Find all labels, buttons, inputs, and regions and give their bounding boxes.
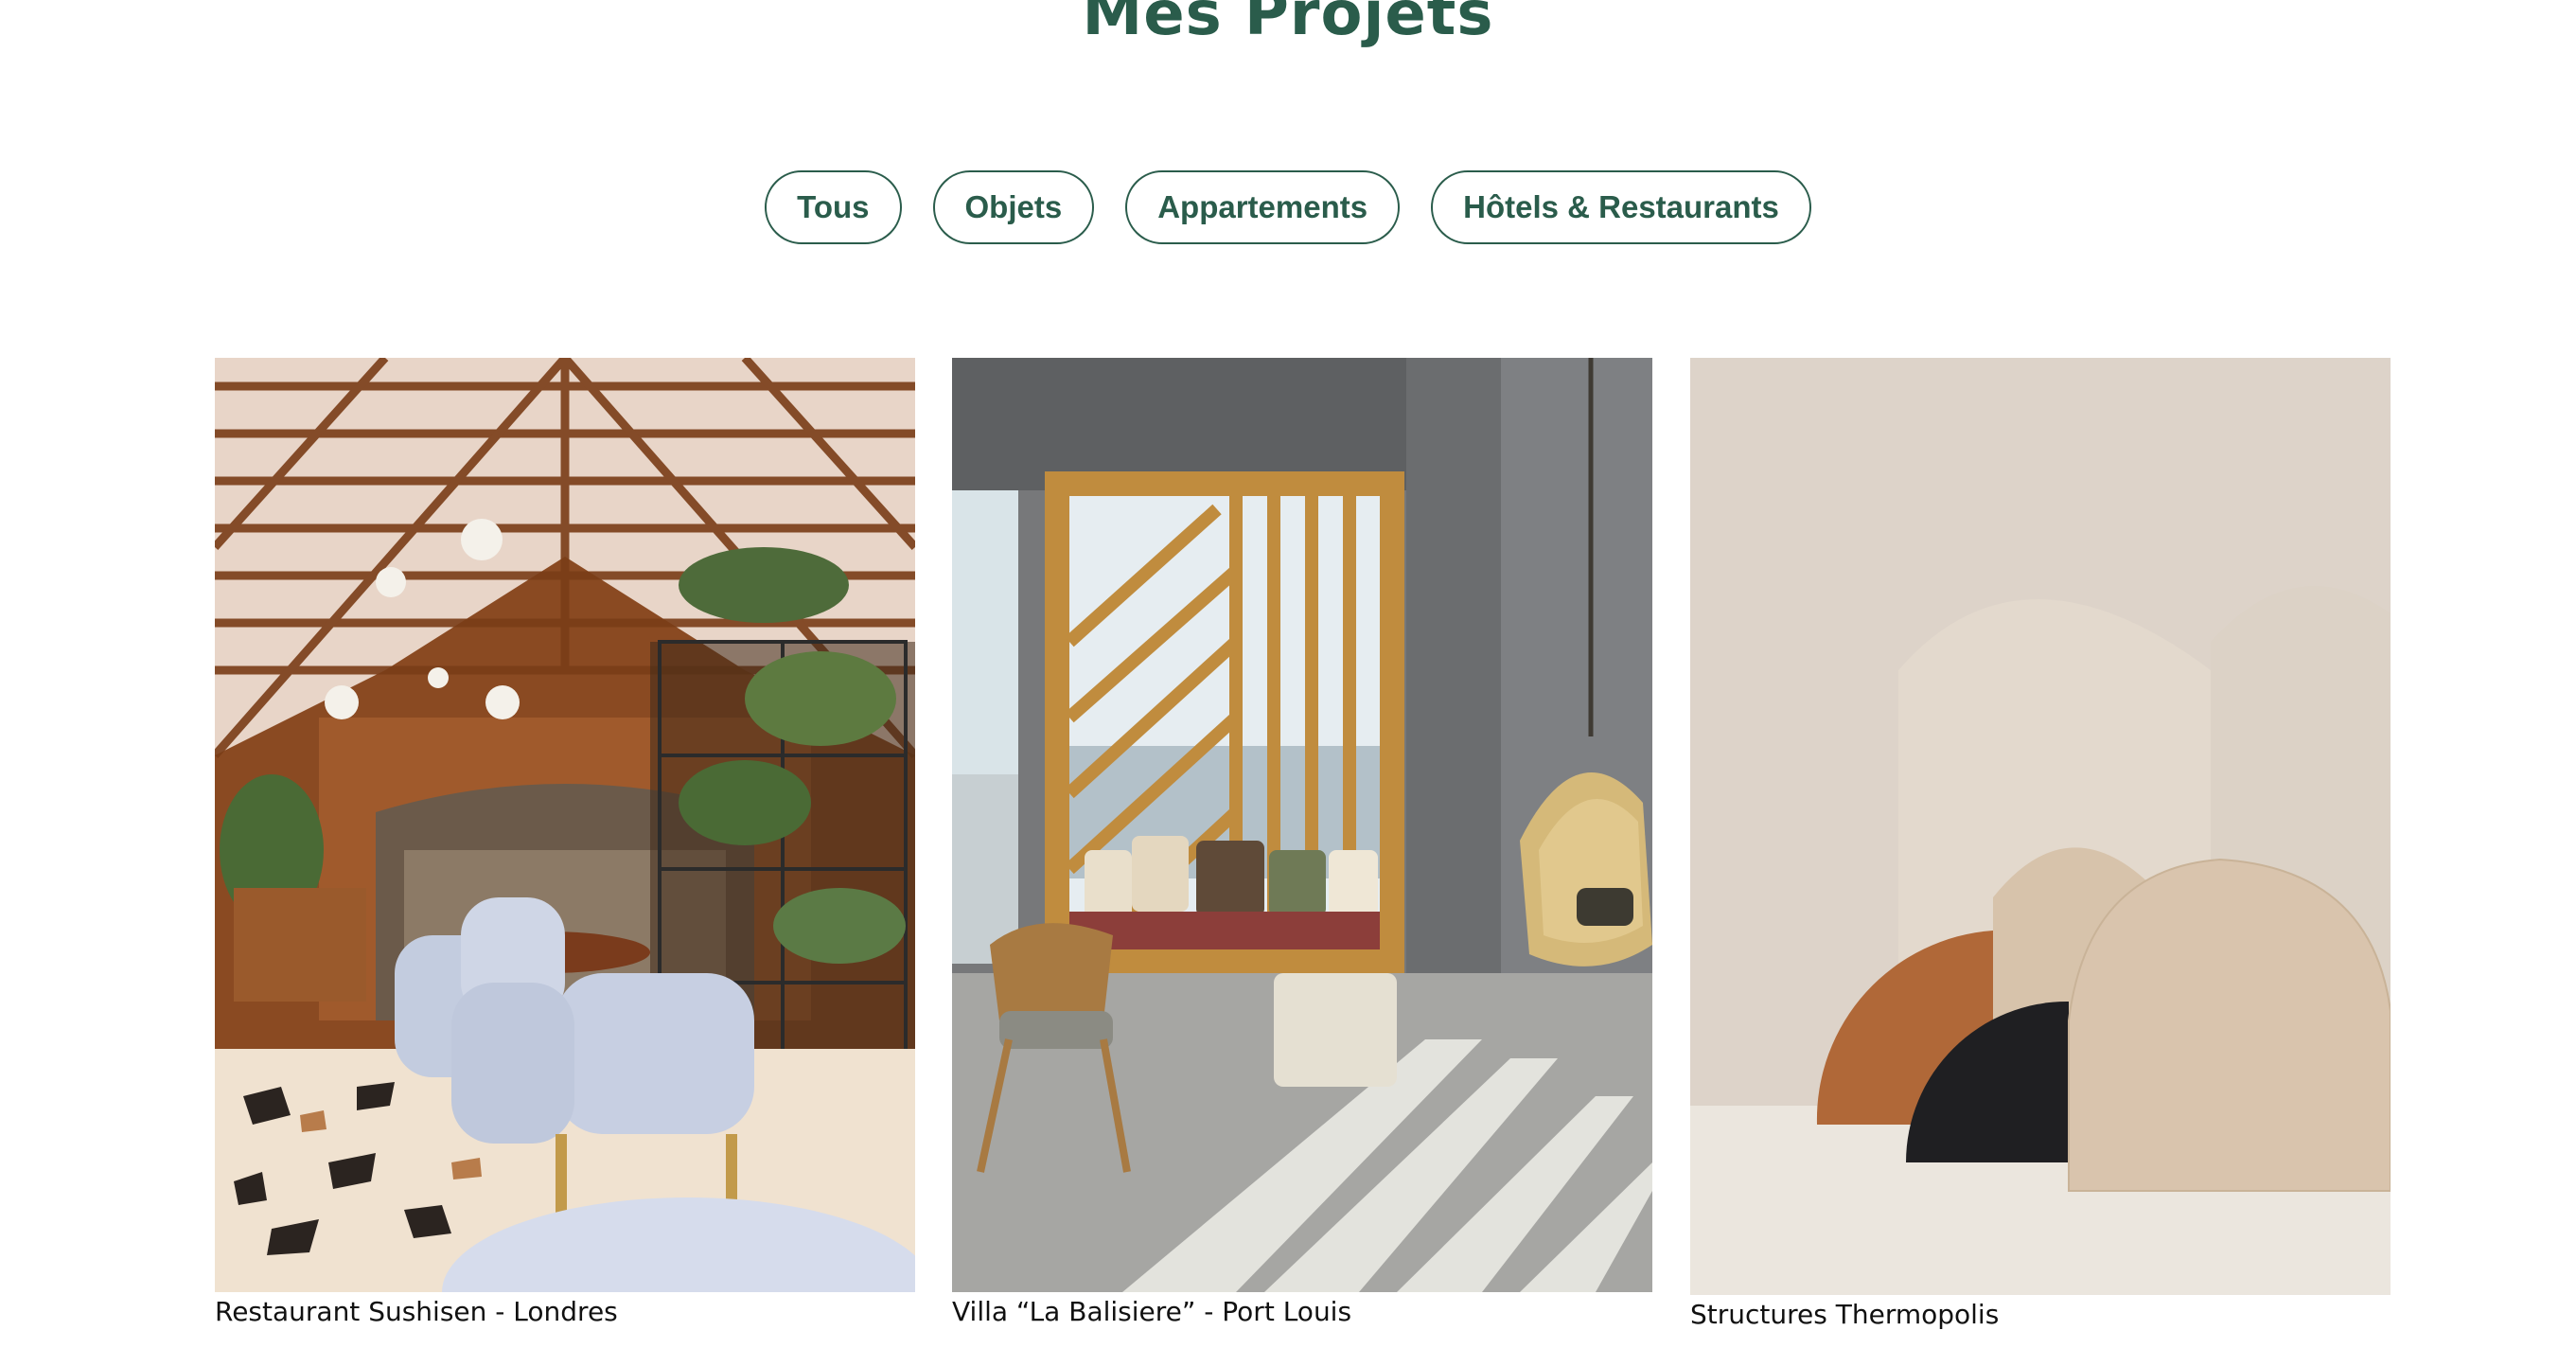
restaurant-interior-photo[interactable]: [215, 358, 915, 1292]
project-card-villa-la-balisiere[interactable]: Villa “La Balisiere” - Port Louis: [952, 358, 1652, 1327]
project-caption[interactable]: Villa “La Balisiere” - Port Louis: [952, 1296, 1652, 1327]
project-card-restaurant-sushisen[interactable]: Restaurant Sushisen - Londres: [215, 358, 915, 1327]
villa-window-seat-photo[interactable]: [952, 358, 1652, 1292]
project-card-structures-thermopolis[interactable]: Structures Thermopolis: [1690, 358, 2391, 1330]
filter-objects-button[interactable]: Objets: [932, 170, 1095, 244]
filter-all-button[interactable]: Tous: [765, 170, 902, 244]
filter-hotels-restaurants-button[interactable]: Hôtels & Restaurants: [1431, 170, 1811, 244]
arch-sculptures-photo[interactable]: [1690, 358, 2391, 1295]
project-caption[interactable]: Restaurant Sushisen - Londres: [215, 1296, 915, 1327]
project-caption[interactable]: Structures Thermopolis: [1690, 1299, 2391, 1330]
page-title: Mes Projets: [1082, 0, 1494, 49]
filter-apartments-button[interactable]: Appartements: [1125, 170, 1401, 244]
project-filters: Tous Objets Appartements Hôtels & Restau…: [0, 170, 2576, 244]
